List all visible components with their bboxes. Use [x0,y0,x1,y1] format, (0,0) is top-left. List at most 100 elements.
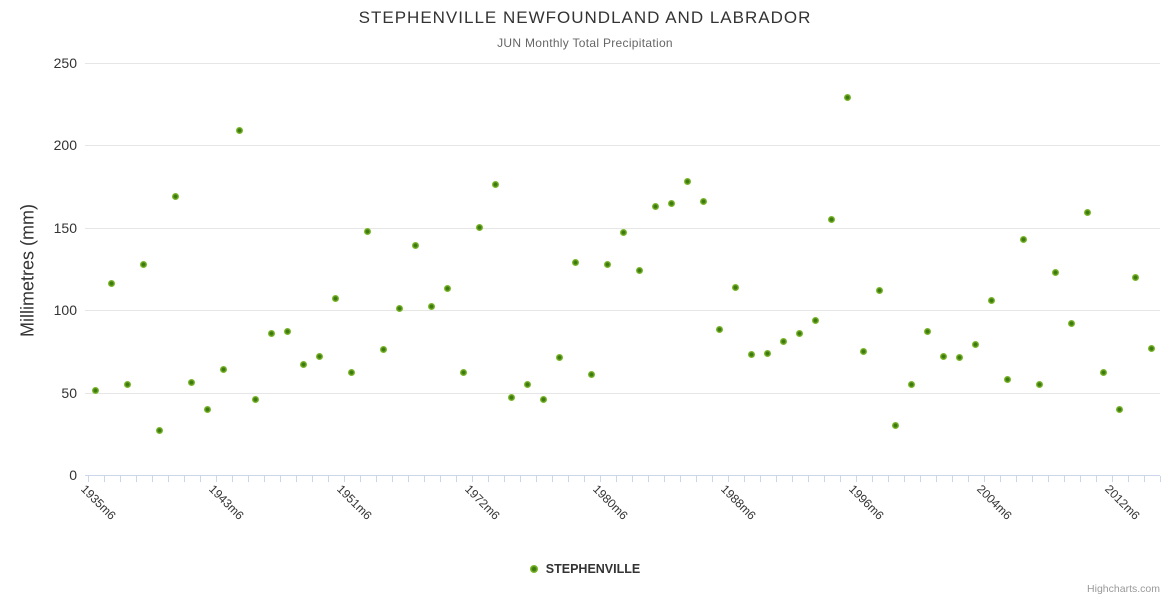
x-axis-label: 1935m6 [77,482,119,523]
x-tick [615,476,617,482]
x-tick [1079,476,1081,482]
data-point[interactable] [684,178,691,186]
legend-item[interactable]: STEPHENVILLE [0,562,1170,576]
data-point[interactable] [876,286,883,294]
x-tick [1047,476,1049,482]
data-point[interactable] [1004,375,1011,383]
data-point[interactable] [1052,268,1059,276]
y-axis-label: 250 [53,55,77,71]
y-gridline [85,63,1160,64]
x-tick [1127,476,1129,482]
data-point[interactable] [940,352,947,360]
x-axis-label: 1943m6 [205,482,247,523]
data-point[interactable] [812,316,819,324]
data-point[interactable] [1084,209,1091,217]
data-point[interactable] [204,405,211,413]
data-point[interactable] [796,329,803,337]
data-point[interactable] [508,394,515,402]
data-point[interactable] [1020,235,1027,243]
x-tick [407,476,409,482]
data-point[interactable] [780,338,787,345]
data-point[interactable] [444,285,451,293]
y-axis-label: 100 [53,302,77,319]
x-tick [423,476,425,482]
data-point[interactable] [572,258,579,266]
data-point[interactable] [332,295,339,303]
data-point[interactable] [396,305,403,313]
data-point[interactable] [156,427,163,434]
data-point[interactable] [860,347,867,355]
data-point[interactable] [1100,369,1107,377]
data-point[interactable] [748,351,755,359]
data-point[interactable] [700,197,707,205]
data-point[interactable] [252,395,259,403]
data-point[interactable] [124,380,131,388]
x-axis-label: 1951m6 [333,482,375,523]
data-point[interactable] [108,280,115,288]
data-point[interactable] [716,326,723,334]
data-point[interactable] [140,260,147,268]
data-point[interactable] [524,380,531,388]
data-point[interactable] [188,379,195,387]
x-tick [791,476,793,482]
data-point[interactable] [236,127,243,135]
data-point[interactable] [668,199,675,207]
x-tick [711,476,713,482]
data-point[interactable] [1116,405,1123,413]
data-point[interactable] [268,329,275,337]
data-point[interactable] [1148,344,1155,352]
data-point[interactable] [588,370,595,378]
x-tick [1063,476,1065,482]
data-point[interactable] [764,349,771,357]
data-point[interactable] [172,192,179,200]
x-tick [135,476,137,482]
data-point[interactable] [972,341,979,349]
data-point[interactable] [380,346,387,354]
data-point[interactable] [924,328,931,336]
highcharts-credits-link[interactable]: Highcharts.com [1087,583,1160,595]
data-point[interactable] [1068,319,1075,327]
data-point[interactable] [460,369,467,377]
data-point[interactable] [604,260,611,268]
data-point[interactable] [284,328,291,336]
y-gridline [85,310,1160,312]
data-point[interactable] [892,422,899,430]
data-point[interactable] [556,354,563,362]
x-tick [663,476,665,482]
x-tick [759,476,761,482]
x-tick [743,476,745,482]
x-axis-label: 1980m6 [589,482,631,523]
x-tick [951,476,953,482]
data-point[interactable] [652,202,659,210]
data-point[interactable] [988,296,995,304]
x-tick [1095,476,1097,482]
data-point[interactable] [364,227,371,235]
data-point[interactable] [220,366,227,374]
data-point[interactable] [956,354,963,362]
data-point[interactable] [908,380,915,388]
y-gridline [85,145,1160,147]
data-point[interactable] [732,283,739,291]
data-point[interactable] [620,229,627,237]
x-tick [359,476,361,482]
data-point[interactable] [828,216,835,224]
data-point[interactable] [636,267,643,275]
x-tick [295,476,297,482]
x-tick [967,476,969,482]
y-axis-label: 0 [69,467,77,483]
x-tick [935,476,937,482]
data-point[interactable] [492,181,499,189]
data-point[interactable] [1132,273,1139,281]
data-point[interactable] [1036,380,1043,388]
data-point[interactable] [476,224,483,232]
x-tick [535,476,537,482]
data-point[interactable] [540,395,547,403]
data-point[interactable] [316,352,323,360]
x-tick [199,476,201,482]
legend-label: STEPHENVILLE [545,562,641,576]
x-tick [279,476,281,482]
data-point[interactable] [844,94,851,102]
data-point[interactable] [348,369,355,377]
data-point[interactable] [412,242,419,250]
data-point[interactable] [300,361,307,369]
